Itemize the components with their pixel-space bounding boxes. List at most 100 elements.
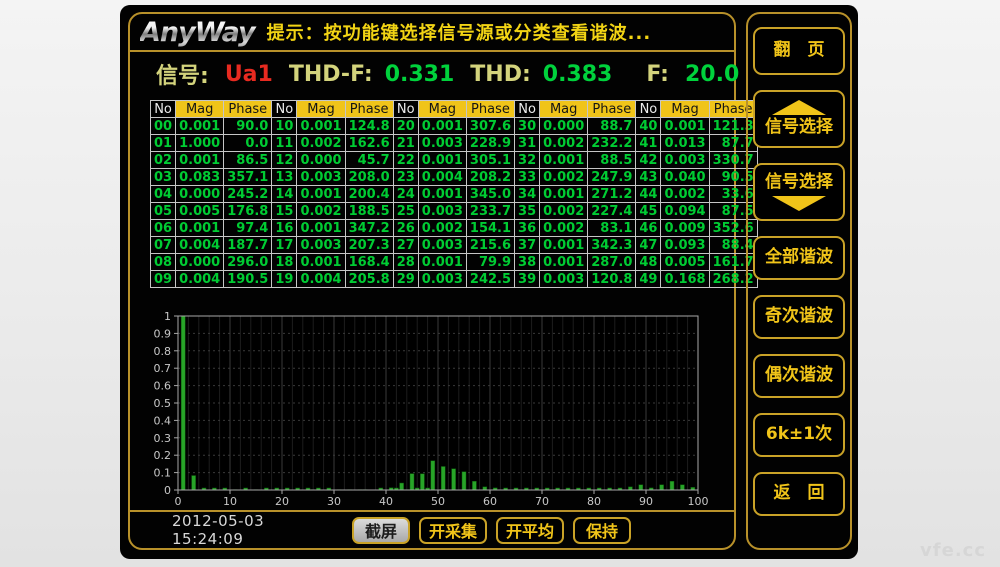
table-cell: 0.168	[661, 271, 709, 288]
table-cell: 190.5	[224, 271, 272, 288]
svg-text:90: 90	[639, 495, 653, 508]
table-cell: 86.5	[224, 152, 272, 169]
table-header-cell: No	[151, 101, 176, 118]
table-cell: 83.1	[588, 220, 636, 237]
signal-select-down-button[interactable]: 信号选择	[753, 163, 845, 221]
table-cell: 176.8	[224, 203, 272, 220]
even-harmonics-button[interactable]: 偶次谐波	[753, 354, 845, 398]
side-button-label: 全部谐波	[765, 248, 833, 268]
table-header-cell: Phase	[466, 101, 514, 118]
table-cell: 208.2	[466, 169, 514, 186]
table-header-cell: Phase	[224, 101, 272, 118]
down-arrow-icon	[772, 196, 826, 211]
start-averaging-button[interactable]: 开平均	[496, 517, 564, 544]
table-cell: 31	[515, 135, 540, 152]
table-cell: 0.003	[418, 203, 466, 220]
table-header-cell: Mag	[297, 101, 345, 118]
table-cell: 205.8	[345, 271, 393, 288]
table-cell: 14	[272, 186, 297, 203]
all-harmonics-button[interactable]: 全部谐波	[753, 236, 845, 280]
table-cell: 38	[515, 254, 540, 271]
signal-select-up-button[interactable]: 信号选择	[753, 90, 845, 148]
svg-text:0.5: 0.5	[154, 397, 172, 410]
table-cell: 0.001	[176, 118, 224, 135]
svg-text:20: 20	[275, 495, 289, 508]
start-acquisition-button[interactable]: 开采集	[419, 517, 487, 544]
table-cell: 41	[636, 135, 661, 152]
svg-text:0.6: 0.6	[154, 380, 172, 393]
return-button[interactable]: 返 回	[753, 472, 845, 516]
table-cell: 0.001	[418, 152, 466, 169]
thd-value: 0.383	[543, 62, 613, 87]
signal-label: 信号:	[156, 58, 209, 90]
table-cell: 29	[393, 271, 418, 288]
table-cell: 27	[393, 237, 418, 254]
table-cell: 0.001	[540, 152, 588, 169]
table-cell: 43	[636, 169, 661, 186]
status-bar: 2012-05-03 15:24:09 截屏开采集开平均保持	[130, 510, 734, 548]
table-cell: 33	[515, 169, 540, 186]
page-turn-button[interactable]: 翻 页	[753, 27, 845, 75]
table-cell: 0.001	[418, 186, 466, 203]
table-cell: 0.001	[297, 220, 345, 237]
harmonics-bar-chart: 010203040506070809010000.10.20.30.40.50.…	[152, 308, 728, 514]
table-cell: 40	[636, 118, 661, 135]
table-header-cell: Mag	[540, 101, 588, 118]
side-button-label: 信号选择	[765, 173, 833, 193]
svg-text:30: 30	[327, 495, 341, 508]
table-cell: 15	[272, 203, 297, 220]
table-header-cell: Phase	[588, 101, 636, 118]
table-cell: 0.009	[661, 220, 709, 237]
table-header-cell: No	[393, 101, 418, 118]
table-cell: 36	[515, 220, 540, 237]
side-button-label: 奇次谐波	[765, 307, 833, 327]
signal-value: Ua1	[225, 62, 273, 87]
svg-text:60: 60	[483, 495, 497, 508]
table-cell: 23	[393, 169, 418, 186]
title-bar: AnyWay 提示：按功能键选择信号源或分类查看谐波...	[130, 14, 734, 52]
table-cell: 296.0	[224, 254, 272, 271]
table-cell: 342.3	[588, 237, 636, 254]
table-cell: 05	[151, 203, 176, 220]
table-cell: 0.001	[418, 254, 466, 271]
table-cell: 347.2	[345, 220, 393, 237]
table-cell: 90.0	[224, 118, 272, 135]
side-button-label: 翻 页	[774, 41, 825, 61]
table-cell: 07	[151, 237, 176, 254]
table-cell: 0.004	[176, 271, 224, 288]
table-cell: 305.1	[466, 152, 514, 169]
up-arrow-icon	[772, 100, 826, 115]
table-cell: 25	[393, 203, 418, 220]
svg-text:0.4: 0.4	[154, 414, 172, 427]
table-cell: 0.000	[540, 118, 588, 135]
table-cell: 88.5	[588, 152, 636, 169]
table-cell: 0.003	[540, 271, 588, 288]
odd-harmonics-button[interactable]: 奇次谐波	[753, 295, 845, 339]
table-cell: 287.0	[588, 254, 636, 271]
table-cell: 0.001	[540, 237, 588, 254]
screenshot-button[interactable]: 截屏	[352, 517, 410, 544]
table-cell: 26	[393, 220, 418, 237]
svg-text:80: 80	[587, 495, 601, 508]
table-cell: 188.5	[345, 203, 393, 220]
table-cell: 08	[151, 254, 176, 271]
hold-button[interactable]: 保持	[573, 517, 631, 544]
table-cell: 11	[272, 135, 297, 152]
6k-plus-minus-1-button[interactable]: 6k±1次	[753, 413, 845, 457]
table-cell: 06	[151, 220, 176, 237]
table-cell: 154.1	[466, 220, 514, 237]
table-cell: 49	[636, 271, 661, 288]
table-cell: 0.002	[540, 220, 588, 237]
table-header-cell: Mag	[661, 101, 709, 118]
table-cell: 0.000	[176, 186, 224, 203]
table-cell: 168.4	[345, 254, 393, 271]
table-cell: 17	[272, 237, 297, 254]
table-cell: 233.7	[466, 203, 514, 220]
table-cell: 0.002	[540, 135, 588, 152]
table-cell: 0.001	[297, 118, 345, 135]
table-cell: 46	[636, 220, 661, 237]
table-cell: 02	[151, 152, 176, 169]
table-row: 090.004190.5190.004205.8290.003242.5390.…	[151, 271, 758, 288]
table-cell: 307.6	[466, 118, 514, 135]
table-cell: 0.094	[661, 203, 709, 220]
